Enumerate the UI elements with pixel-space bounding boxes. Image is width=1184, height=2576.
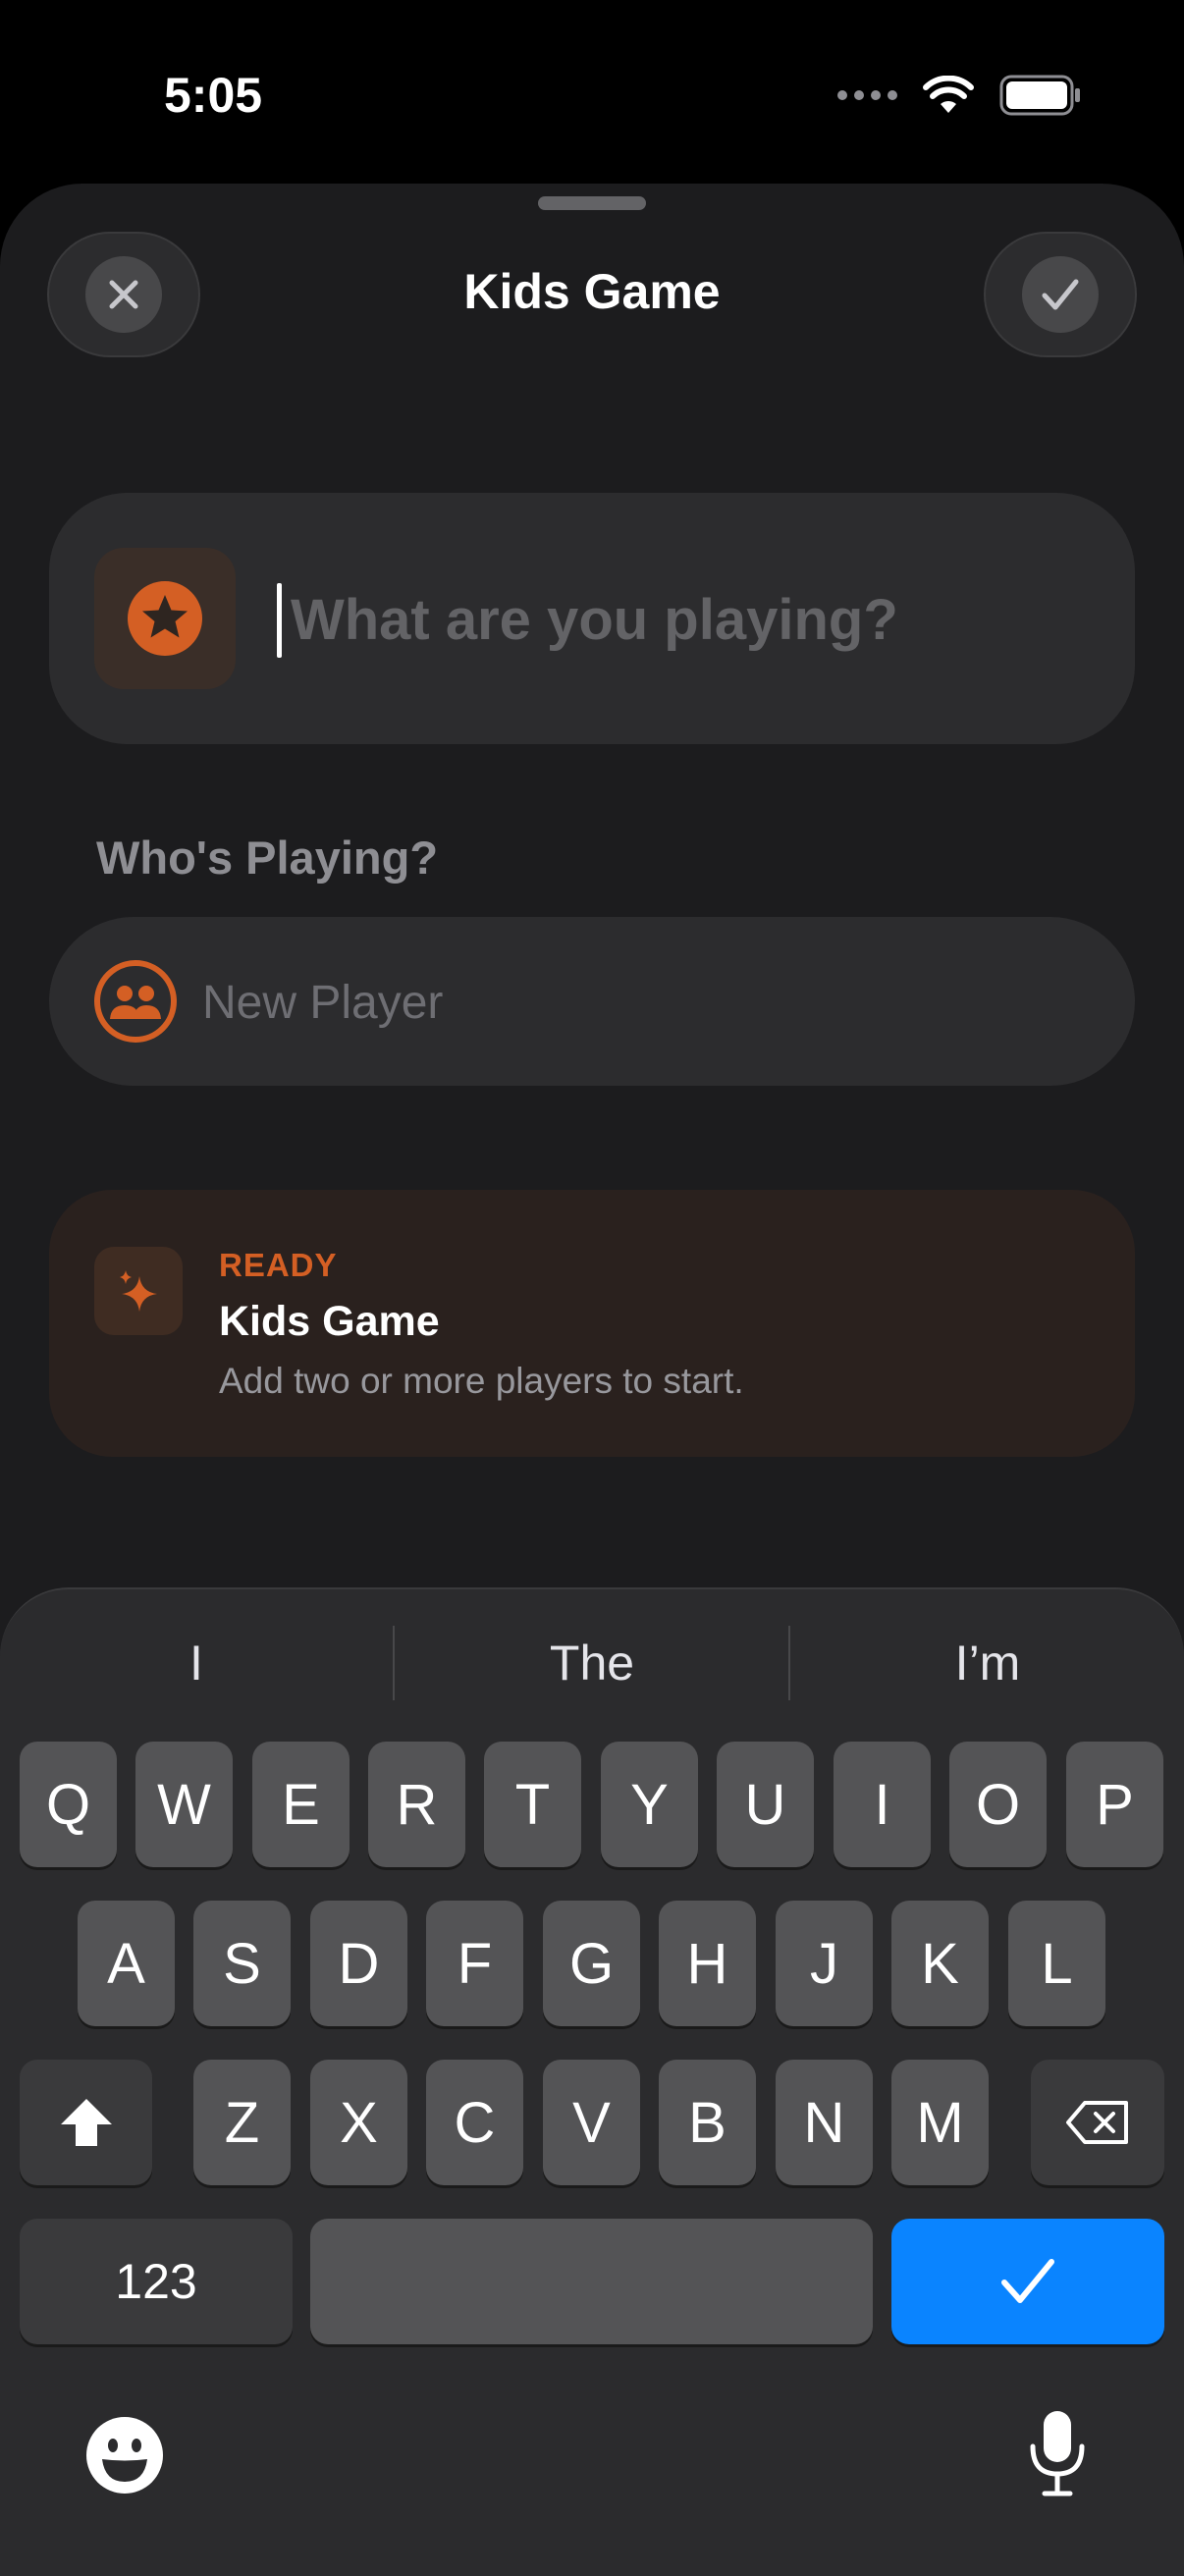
ready-title: Kids Game — [219, 1298, 440, 1345]
key-u[interactable]: U — [717, 1742, 814, 1867]
space-key[interactable] — [310, 2219, 873, 2344]
game-name-input[interactable] — [289, 569, 1098, 670]
key-t[interactable]: T — [484, 1742, 581, 1867]
key-a[interactable]: A — [78, 1901, 175, 2026]
return-key[interactable] — [891, 2219, 1164, 2344]
delete-icon — [1066, 2101, 1128, 2144]
key-b[interactable]: B — [659, 2060, 756, 2185]
sparkles-icon — [120, 1270, 157, 1312]
key-f[interactable]: F — [426, 1901, 523, 2026]
key-g[interactable]: G — [543, 1901, 640, 2026]
key-i[interactable]: I — [834, 1742, 931, 1867]
key-k[interactable]: K — [891, 1901, 989, 2026]
suggestion-1[interactable]: I — [0, 1630, 393, 1696]
battery-icon — [999, 75, 1080, 116]
suggestion-divider — [788, 1626, 790, 1700]
delete-key[interactable] — [1031, 2060, 1164, 2185]
done-button[interactable] — [984, 232, 1137, 357]
key-w[interactable]: W — [135, 1742, 233, 1867]
text-cursor — [277, 583, 282, 658]
ready-tag: READY — [219, 1247, 338, 1283]
key-x[interactable]: X — [310, 2060, 407, 2185]
suggestion-3[interactable]: I’m — [791, 1630, 1184, 1696]
key-z[interactable]: Z — [193, 2060, 291, 2185]
star-icon — [128, 581, 202, 656]
wifi-icon — [923, 76, 974, 113]
ready-subtitle: Add two or more players to start. — [219, 1361, 744, 1401]
checkmark-icon — [1042, 279, 1079, 310]
key-s[interactable]: S — [193, 1901, 291, 2026]
suggestion-divider — [393, 1626, 395, 1700]
shift-icon — [60, 2099, 112, 2146]
ready-icon-tile — [94, 1247, 183, 1335]
checkmark-icon — [1001, 2259, 1054, 2303]
key-m[interactable]: M — [891, 2060, 989, 2185]
key-e[interactable]: E — [252, 1742, 350, 1867]
emoji-icon[interactable] — [84, 2415, 165, 2496]
key-o[interactable]: O — [949, 1742, 1047, 1867]
new-player-input[interactable] — [200, 952, 1088, 1052]
suggestion-2[interactable]: The — [396, 1630, 788, 1696]
key-y[interactable]: Y — [601, 1742, 698, 1867]
people-icon — [94, 960, 177, 1043]
game-name-card — [49, 493, 1135, 744]
sheet-grabber[interactable] — [538, 196, 646, 210]
game-icon-picker[interactable] — [94, 548, 236, 689]
key-d[interactable]: D — [310, 1901, 407, 2026]
ready-status-card: READY Kids Game Add two or more players … — [49, 1190, 1135, 1457]
numbers-key[interactable]: 123 — [20, 2219, 293, 2344]
players-section-label: Who's Playing? — [96, 832, 439, 884]
key-h[interactable]: H — [659, 1901, 756, 2026]
key-r[interactable]: R — [368, 1742, 465, 1867]
shift-key[interactable] — [20, 2060, 152, 2185]
key-c[interactable]: C — [426, 2060, 523, 2185]
key-v[interactable]: V — [543, 2060, 640, 2185]
status-time: 5:05 — [164, 68, 263, 123]
status-indicators — [837, 71, 1082, 120]
key-p[interactable]: P — [1066, 1742, 1163, 1867]
key-q[interactable]: Q — [20, 1742, 117, 1867]
new-player-row[interactable] — [49, 917, 1135, 1086]
key-j[interactable]: J — [776, 1901, 873, 2026]
key-l[interactable]: L — [1008, 1901, 1105, 2026]
key-n[interactable]: N — [776, 2060, 873, 2185]
microphone-icon[interactable] — [1027, 2409, 1088, 2497]
cellular-signal-icon — [837, 90, 897, 100]
